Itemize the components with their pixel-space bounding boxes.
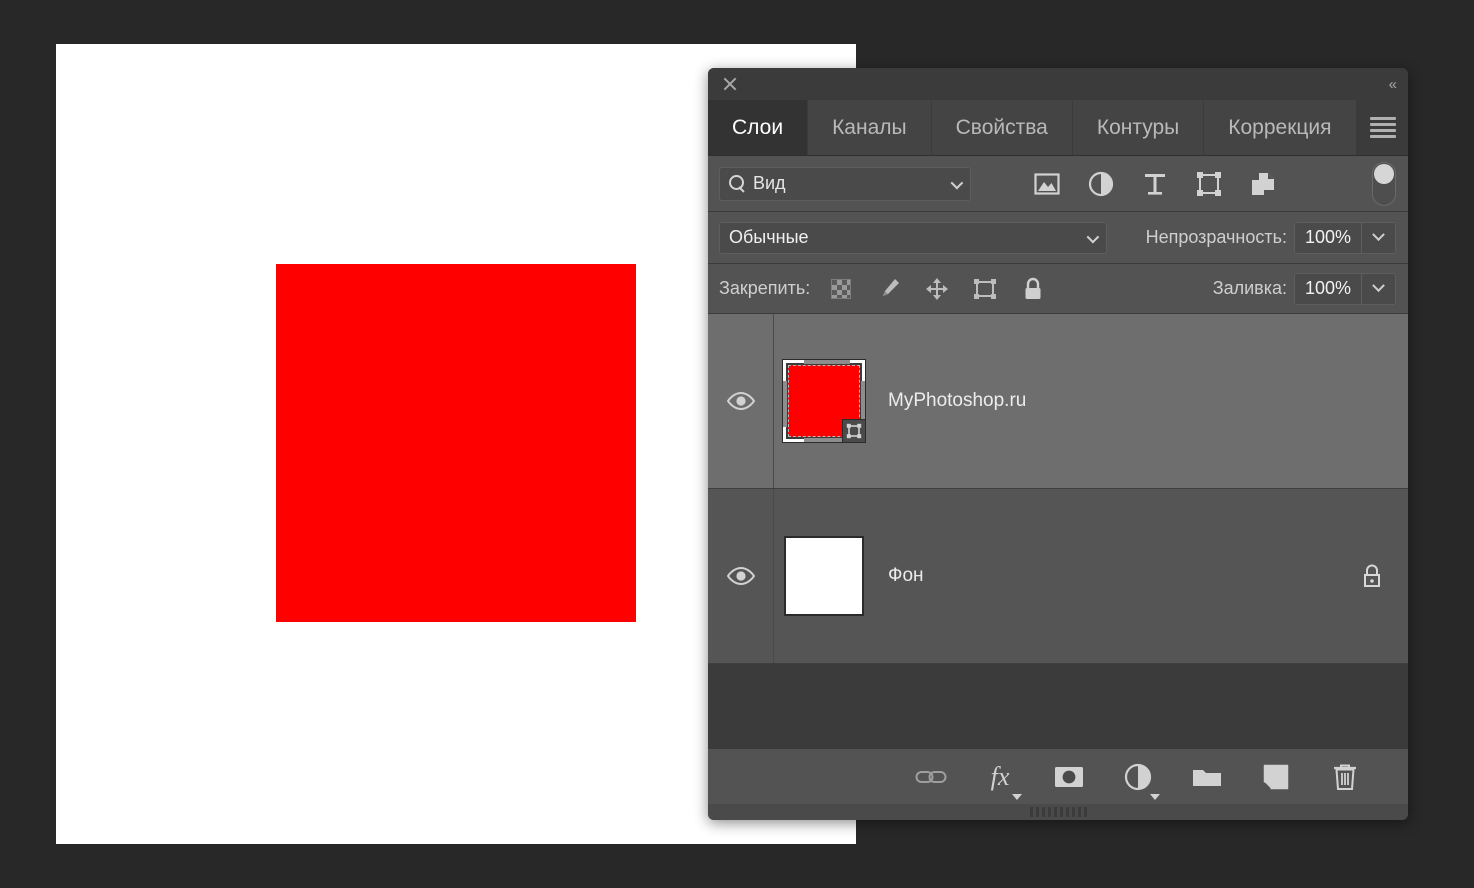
eye-icon [726, 566, 756, 586]
layer-lock-indicator[interactable] [1336, 563, 1408, 589]
frame-corner-mark [783, 381, 787, 427]
tab-label: Коррекция [1228, 116, 1331, 140]
lock-image-pixels-icon[interactable] [876, 276, 902, 302]
layer-filter-row: Вид [708, 156, 1408, 212]
grip-lines-icon [1030, 807, 1087, 817]
tab-label: Свойства [956, 116, 1048, 140]
tab-adjustments[interactable]: Коррекция [1204, 100, 1356, 155]
tab-label: Каналы [832, 116, 907, 140]
filter-icon-group [1033, 170, 1277, 198]
layer-thumbnail-cell[interactable] [774, 314, 874, 488]
panel-titlebar: « [708, 68, 1408, 100]
layer-thumbnail[interactable] [783, 360, 865, 442]
tab-label: Контуры [1097, 116, 1179, 140]
magnifier-icon [729, 175, 746, 192]
adjustment-layer-icon[interactable] [1121, 760, 1155, 794]
link-layers-icon[interactable] [914, 760, 948, 794]
panel-tabs: Слои Каналы Свойства Контуры Коррекция [708, 100, 1408, 156]
hamburger-menu-icon [1370, 114, 1396, 141]
lock-transparent-pixels-icon[interactable] [828, 276, 854, 302]
lock-label: Закрепить: [719, 278, 810, 299]
chevron-down-icon [1372, 228, 1385, 241]
delete-layer-icon[interactable] [1328, 760, 1362, 794]
new-group-icon[interactable] [1190, 760, 1224, 794]
lock-all-icon[interactable] [1020, 276, 1046, 302]
app-root: « Слои Каналы Свойства Контуры Коррекция [0, 0, 1474, 888]
lock-position-icon[interactable] [924, 276, 950, 302]
filter-enable-toggle[interactable] [1372, 162, 1396, 206]
layer-name[interactable]: Фон [874, 565, 1336, 587]
blend-mode-value: Обычные [729, 227, 809, 248]
panel-menu-button[interactable] [1358, 100, 1408, 155]
lock-icon [1360, 563, 1384, 589]
fill-field[interactable]: 100% [1294, 273, 1396, 305]
collapse-panel-icon[interactable]: « [1389, 77, 1396, 92]
new-layer-icon[interactable] [1259, 760, 1293, 794]
thumbnail-image [786, 538, 862, 614]
tab-label: Слои [732, 116, 783, 140]
tab-properties[interactable]: Свойства [932, 100, 1073, 155]
blend-mode-row: Обычные Непрозрачность: 100% [708, 212, 1408, 264]
fill-label: Заливка: [1213, 278, 1287, 299]
fx-label: fx [991, 764, 1010, 790]
smart-object-badge-icon [842, 419, 866, 443]
eye-icon [726, 391, 756, 411]
caret-down-icon [1012, 794, 1022, 800]
type-filter-icon[interactable] [1141, 170, 1169, 198]
layers-panel-footer: fx [708, 748, 1408, 804]
fill-stepper[interactable] [1361, 274, 1395, 304]
fill-value[interactable]: 100% [1295, 274, 1361, 304]
layer-thumbnail-cell[interactable] [774, 489, 874, 663]
filter-type-value: Вид [753, 173, 786, 194]
layer-name[interactable]: MyPhotoshop.ru [874, 390, 1336, 412]
image-filter-icon[interactable] [1033, 170, 1061, 198]
table-row[interactable]: MyPhotoshop.ru [708, 314, 1408, 489]
panel-resize-grip[interactable] [708, 804, 1408, 820]
chevron-down-icon [1372, 279, 1385, 292]
close-icon[interactable] [721, 75, 739, 93]
layer-thumbnail[interactable] [784, 536, 864, 616]
layer-list: MyPhotoshop.ru Фон [708, 314, 1408, 748]
opacity-field[interactable]: 100% [1294, 222, 1396, 254]
chevron-down-icon [1087, 230, 1100, 243]
layer-visibility-toggle[interactable] [708, 489, 774, 663]
canvas-red-square[interactable] [276, 264, 636, 622]
shape-filter-icon[interactable] [1195, 170, 1223, 198]
tab-paths[interactable]: Контуры [1073, 100, 1204, 155]
blend-mode-select[interactable]: Обычные [719, 222, 1107, 254]
smart-object-filter-icon[interactable] [1249, 170, 1277, 198]
layer-mask-icon[interactable] [1052, 760, 1086, 794]
chevron-down-icon [951, 176, 964, 189]
opacity-value[interactable]: 100% [1295, 223, 1361, 253]
filter-type-select[interactable]: Вид [719, 167, 971, 201]
layers-panel: « Слои Каналы Свойства Контуры Коррекция [708, 68, 1408, 820]
opacity-label: Непрозрачность: [1146, 227, 1287, 248]
lock-icon-group [828, 276, 1046, 302]
tab-layers[interactable]: Слои [708, 100, 808, 155]
layer-style-fx-icon[interactable]: fx [983, 760, 1017, 794]
opacity-stepper[interactable] [1361, 223, 1395, 253]
layer-visibility-toggle[interactable] [708, 314, 774, 488]
lock-artboard-nesting-icon[interactable] [972, 276, 998, 302]
checkerboard-glyph [831, 279, 851, 299]
adjustment-filter-icon[interactable] [1087, 170, 1115, 198]
caret-down-icon [1150, 794, 1160, 800]
table-row[interactable]: Фон [708, 489, 1408, 664]
tab-channels[interactable]: Каналы [808, 100, 932, 155]
lock-row: Закрепить: [708, 264, 1408, 314]
frame-corner-mark [804, 360, 850, 364]
